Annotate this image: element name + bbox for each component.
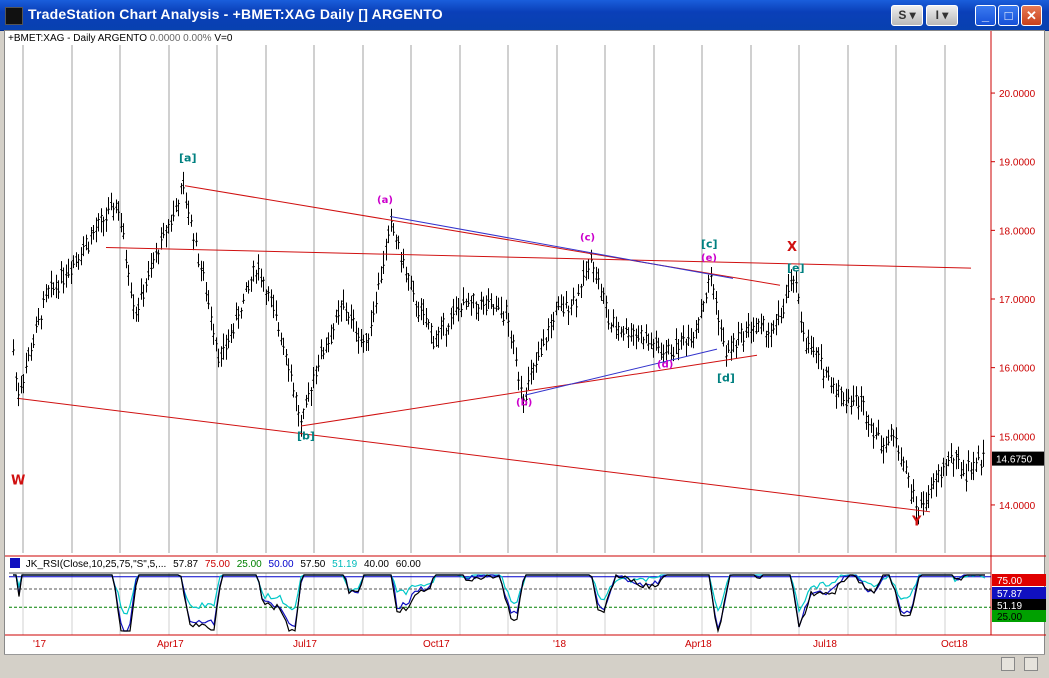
rsi-icon [10,558,20,568]
wave-label-e-major: [e] [787,262,805,275]
rsi-value-5: 57.50 [300,559,326,570]
title-bar: TradeStation Chart Analysis - +BMET:XAG … [0,0,1049,31]
channel-lower-line [18,398,931,513]
volume-value: V=0 [214,33,233,44]
price-label: 14.0000 [999,501,1036,512]
wave-label-w: W [11,473,25,488]
rsi-value-3: 25.00 [236,559,262,570]
rsi-axis-label: 57.87 [997,589,1022,600]
change-percent: 0.00% [183,33,212,44]
app-icon[interactable] [5,7,23,25]
wedge-lower-line [300,354,758,427]
wave-d-line [524,348,718,396]
s-menu-button[interactable]: S ▾ [891,5,923,26]
time-scrollbar[interactable] [4,654,1045,675]
time-label: Oct18 [941,639,968,650]
wave-label-b-minor: (b) [516,397,532,408]
wave-label-a-major: [a] [179,152,196,165]
time-label: Jul17 [293,639,317,650]
symbol-label: +BMET:XAG - Daily ARGENTO [8,33,148,44]
price-chart[interactable]: 20.0000 19.0000 18.0000 17.0000 16.0000 15.00… [5,31,1046,676]
wave-label-e-minor: (e) [701,253,717,264]
time-label: Oct17 [423,639,450,650]
wave-label-c-minor: (c) [580,233,595,244]
wave-label-a-minor: (a) [377,195,393,206]
price-label: 19.0000 [999,158,1036,169]
wave-label-d-minor: (d) [657,360,673,371]
scroll-right-button[interactable] [1001,657,1015,671]
chart-area[interactable]: 20.0000 19.0000 18.0000 17.0000 16.0000 15.00… [4,30,1046,676]
price-bars [12,171,985,525]
zoom-button[interactable] [1024,657,1038,671]
price-label: 20.0000 [999,89,1036,100]
time-label: '18 [553,639,566,650]
rsi-value-6: 51.19 [332,559,358,570]
last-price-label: 14.6750 [996,455,1033,466]
rsi-params: (Close,10,25,75,"S",5,... [59,559,167,570]
rsi-value-7: 40.00 [363,559,389,570]
rsi-line-black [13,573,985,634]
minimize-button[interactable]: _ [975,5,996,26]
time-label: Apr17 [157,639,184,650]
price-label: 16.0000 [999,364,1036,375]
rsi-value-2: 75.00 [204,559,230,570]
time-label: Jul18 [813,639,837,650]
wave-label-b-major: [b] [297,430,315,443]
change-value: 0.0000 [149,33,181,44]
rsi-signal-cyan [13,573,986,615]
rsi-value-1: 57.87 [173,559,199,570]
maximize-button[interactable]: □ [998,5,1019,26]
rsi-value-4: 50.00 [268,559,294,570]
price-label: 17.0000 [999,295,1036,306]
wave-label-y: Y [911,515,922,530]
wave-label-d-major: [d] [717,371,735,384]
close-button[interactable]: ✕ [1021,5,1042,26]
wave-label-x: X [787,240,797,255]
rsi-header: JK_RSI(Close,10,25,75,"S",5,... 57.87 75… [10,558,421,570]
i-menu-button[interactable]: I ▾ [926,5,958,26]
wave-label-c-major: [c] [701,238,718,251]
rsi-axis-label: 25.00 [997,612,1022,623]
wave-c-line [390,216,734,279]
channel-upper-line [105,247,972,269]
window-title: TradeStation Chart Analysis - +BMET:XAG … [28,6,443,22]
price-label: 18.0000 [999,226,1036,237]
time-label: '17 [33,639,46,650]
rsi-value-8: 60.00 [395,559,421,570]
price-label: 15.0000 [999,432,1036,443]
chart-header: +BMET:XAG - Daily ARGENTO 0.0000 0.00% V… [8,33,232,44]
rsi-axis-label: 75.00 [997,576,1022,587]
time-label: Apr18 [685,639,712,650]
rsi-name: JK_RSI [25,559,60,570]
